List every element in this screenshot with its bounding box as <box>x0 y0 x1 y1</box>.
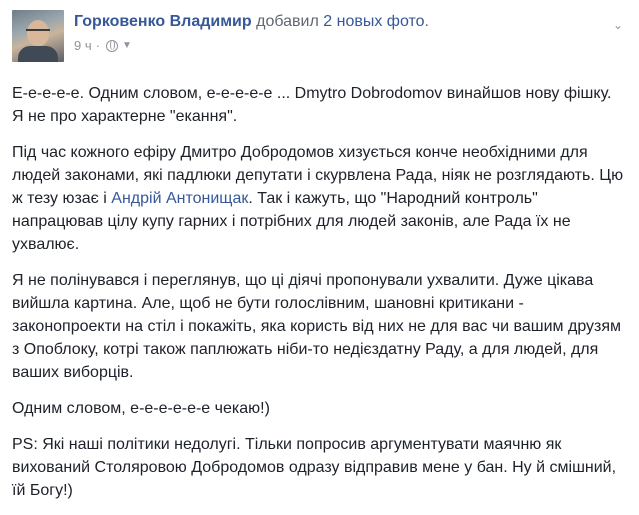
mention-link[interactable]: Андрій Антонищак <box>111 190 248 207</box>
avatar-glasses <box>26 29 50 37</box>
meta-separator: · <box>95 38 100 53</box>
globe-icon[interactable] <box>105 39 118 52</box>
post-action-text: добавил <box>256 13 319 30</box>
header-text: Горковенко Владимир добавил 2 новых фото… <box>74 12 597 53</box>
author-avatar[interactable] <box>12 10 64 62</box>
chevron-down-icon[interactable]: ▼ <box>122 40 132 51</box>
post-paragraph-2: Під час кожного ефіру Дмитро Добродомов … <box>12 141 627 256</box>
photos-link[interactable]: 2 новых фото <box>323 13 424 30</box>
post-paragraph-4: Одним словом, е-е-е-е-е-е чекаю!) <box>12 400 270 417</box>
post-meta: 9 ч · ▼ <box>74 38 597 53</box>
post-paragraph-1: Е-е-е-е-е. Одним словом, е-е-е-е-е ... D… <box>12 85 612 125</box>
post-header: Горковенко Владимир добавил 2 новых фото… <box>12 10 627 64</box>
post-action-suffix: . <box>424 13 429 30</box>
facebook-post: Горковенко Владимир добавил 2 новых фото… <box>0 0 639 499</box>
post-paragraph-3: Я не полінувався і переглянув, що ці дія… <box>12 272 622 381</box>
post-body: Е-е-е-е-е. Одним словом, е-е-е-е-е ... D… <box>12 82 627 515</box>
avatar-shirt <box>18 46 58 62</box>
post-timestamp[interactable]: 9 ч <box>74 38 92 53</box>
post-title-line: Горковенко Владимир добавил 2 новых фото… <box>74 12 597 32</box>
author-name-link[interactable]: Горковенко Владимир <box>74 13 252 30</box>
post-options-chevron-icon[interactable]: ⌄ <box>611 19 625 31</box>
post-paragraph-5: PS: Які наші політики недолугі. Тільки п… <box>12 436 617 499</box>
